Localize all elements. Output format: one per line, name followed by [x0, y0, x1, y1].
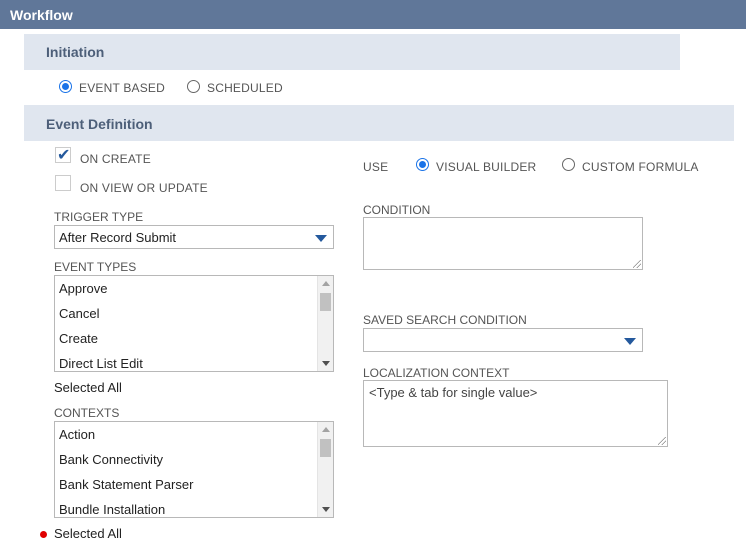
dropdown-arrow-icon[interactable]	[315, 235, 327, 242]
event-based-label[interactable]: EVENT BASED	[79, 81, 165, 95]
on-view-or-update-label[interactable]: ON VIEW OR UPDATE	[80, 181, 208, 195]
initiation-section-header: Initiation	[24, 34, 680, 70]
scroll-thumb[interactable]	[320, 439, 331, 457]
event-types-selected-all: Selected All	[54, 380, 122, 395]
trigger-type-value: After Record Submit	[59, 230, 177, 245]
event-definition-section-header: Event Definition	[24, 105, 734, 141]
list-item[interactable]: Cancel	[59, 306, 99, 321]
localization-context-textarea[interactable]: <Type & tab for single value>	[363, 380, 668, 447]
custom-formula-radio[interactable]	[562, 158, 575, 171]
custom-formula-label[interactable]: CUSTOM FORMULA	[582, 160, 699, 174]
scroll-down-icon[interactable]	[322, 361, 330, 366]
checkmark-icon: ✔	[57, 147, 71, 164]
trigger-type-select[interactable]: After Record Submit	[54, 225, 334, 249]
condition-textarea[interactable]	[363, 217, 643, 270]
list-item[interactable]: Create	[59, 331, 98, 346]
list-item[interactable]: Action	[59, 427, 95, 442]
list-item[interactable]: Bank Statement Parser	[59, 477, 193, 492]
trigger-type-label: TRIGGER TYPE	[54, 210, 144, 224]
scroll-up-icon[interactable]	[322, 427, 330, 432]
condition-label: CONDITION	[363, 203, 431, 217]
dropdown-arrow-icon[interactable]	[624, 338, 636, 345]
contexts-selected-all: Selected All	[54, 526, 122, 541]
scroll-up-icon[interactable]	[322, 281, 330, 286]
scheduled-label[interactable]: SCHEDULED	[207, 81, 283, 95]
saved-search-condition-select[interactable]	[363, 328, 643, 352]
contexts-listbox[interactable]: Action Bank Connectivity Bank Statement …	[54, 421, 334, 518]
contexts-scrollbar[interactable]	[317, 422, 333, 517]
list-item[interactable]: Bundle Installation	[59, 502, 165, 517]
list-item[interactable]: Approve	[59, 281, 107, 296]
resize-grip-icon[interactable]	[633, 260, 641, 268]
initiation-heading: Initiation	[46, 44, 105, 60]
list-item[interactable]: Bank Connectivity	[59, 452, 163, 467]
event-types-label: EVENT TYPES	[54, 260, 137, 274]
on-view-or-update-checkbox[interactable]	[55, 175, 71, 191]
event-based-radio[interactable]	[59, 80, 72, 93]
use-label: USE	[363, 160, 389, 174]
window-header: Workflow	[0, 0, 746, 29]
on-create-label[interactable]: ON CREATE	[80, 152, 151, 166]
scroll-down-icon[interactable]	[322, 507, 330, 512]
resize-grip-icon[interactable]	[658, 437, 666, 445]
event-definition-heading: Event Definition	[46, 116, 153, 132]
visual-builder-radio[interactable]	[416, 158, 429, 171]
localization-context-label: LOCALIZATION CONTEXT	[363, 366, 510, 380]
localization-context-placeholder: <Type & tab for single value>	[369, 385, 538, 400]
event-types-scrollbar[interactable]	[317, 276, 333, 371]
window-title: Workflow	[10, 7, 73, 23]
scheduled-radio[interactable]	[187, 80, 200, 93]
visual-builder-label[interactable]: VISUAL BUILDER	[436, 160, 536, 174]
saved-search-condition-label: SAVED SEARCH CONDITION	[363, 313, 527, 327]
list-item[interactable]: Direct List Edit	[59, 356, 143, 371]
required-indicator-icon	[40, 531, 47, 538]
on-create-checkbox[interactable]: ✔	[55, 147, 71, 164]
contexts-label: CONTEXTS	[54, 406, 120, 420]
event-types-listbox[interactable]: Approve Cancel Create Direct List Edit	[54, 275, 334, 372]
scroll-thumb[interactable]	[320, 293, 331, 311]
